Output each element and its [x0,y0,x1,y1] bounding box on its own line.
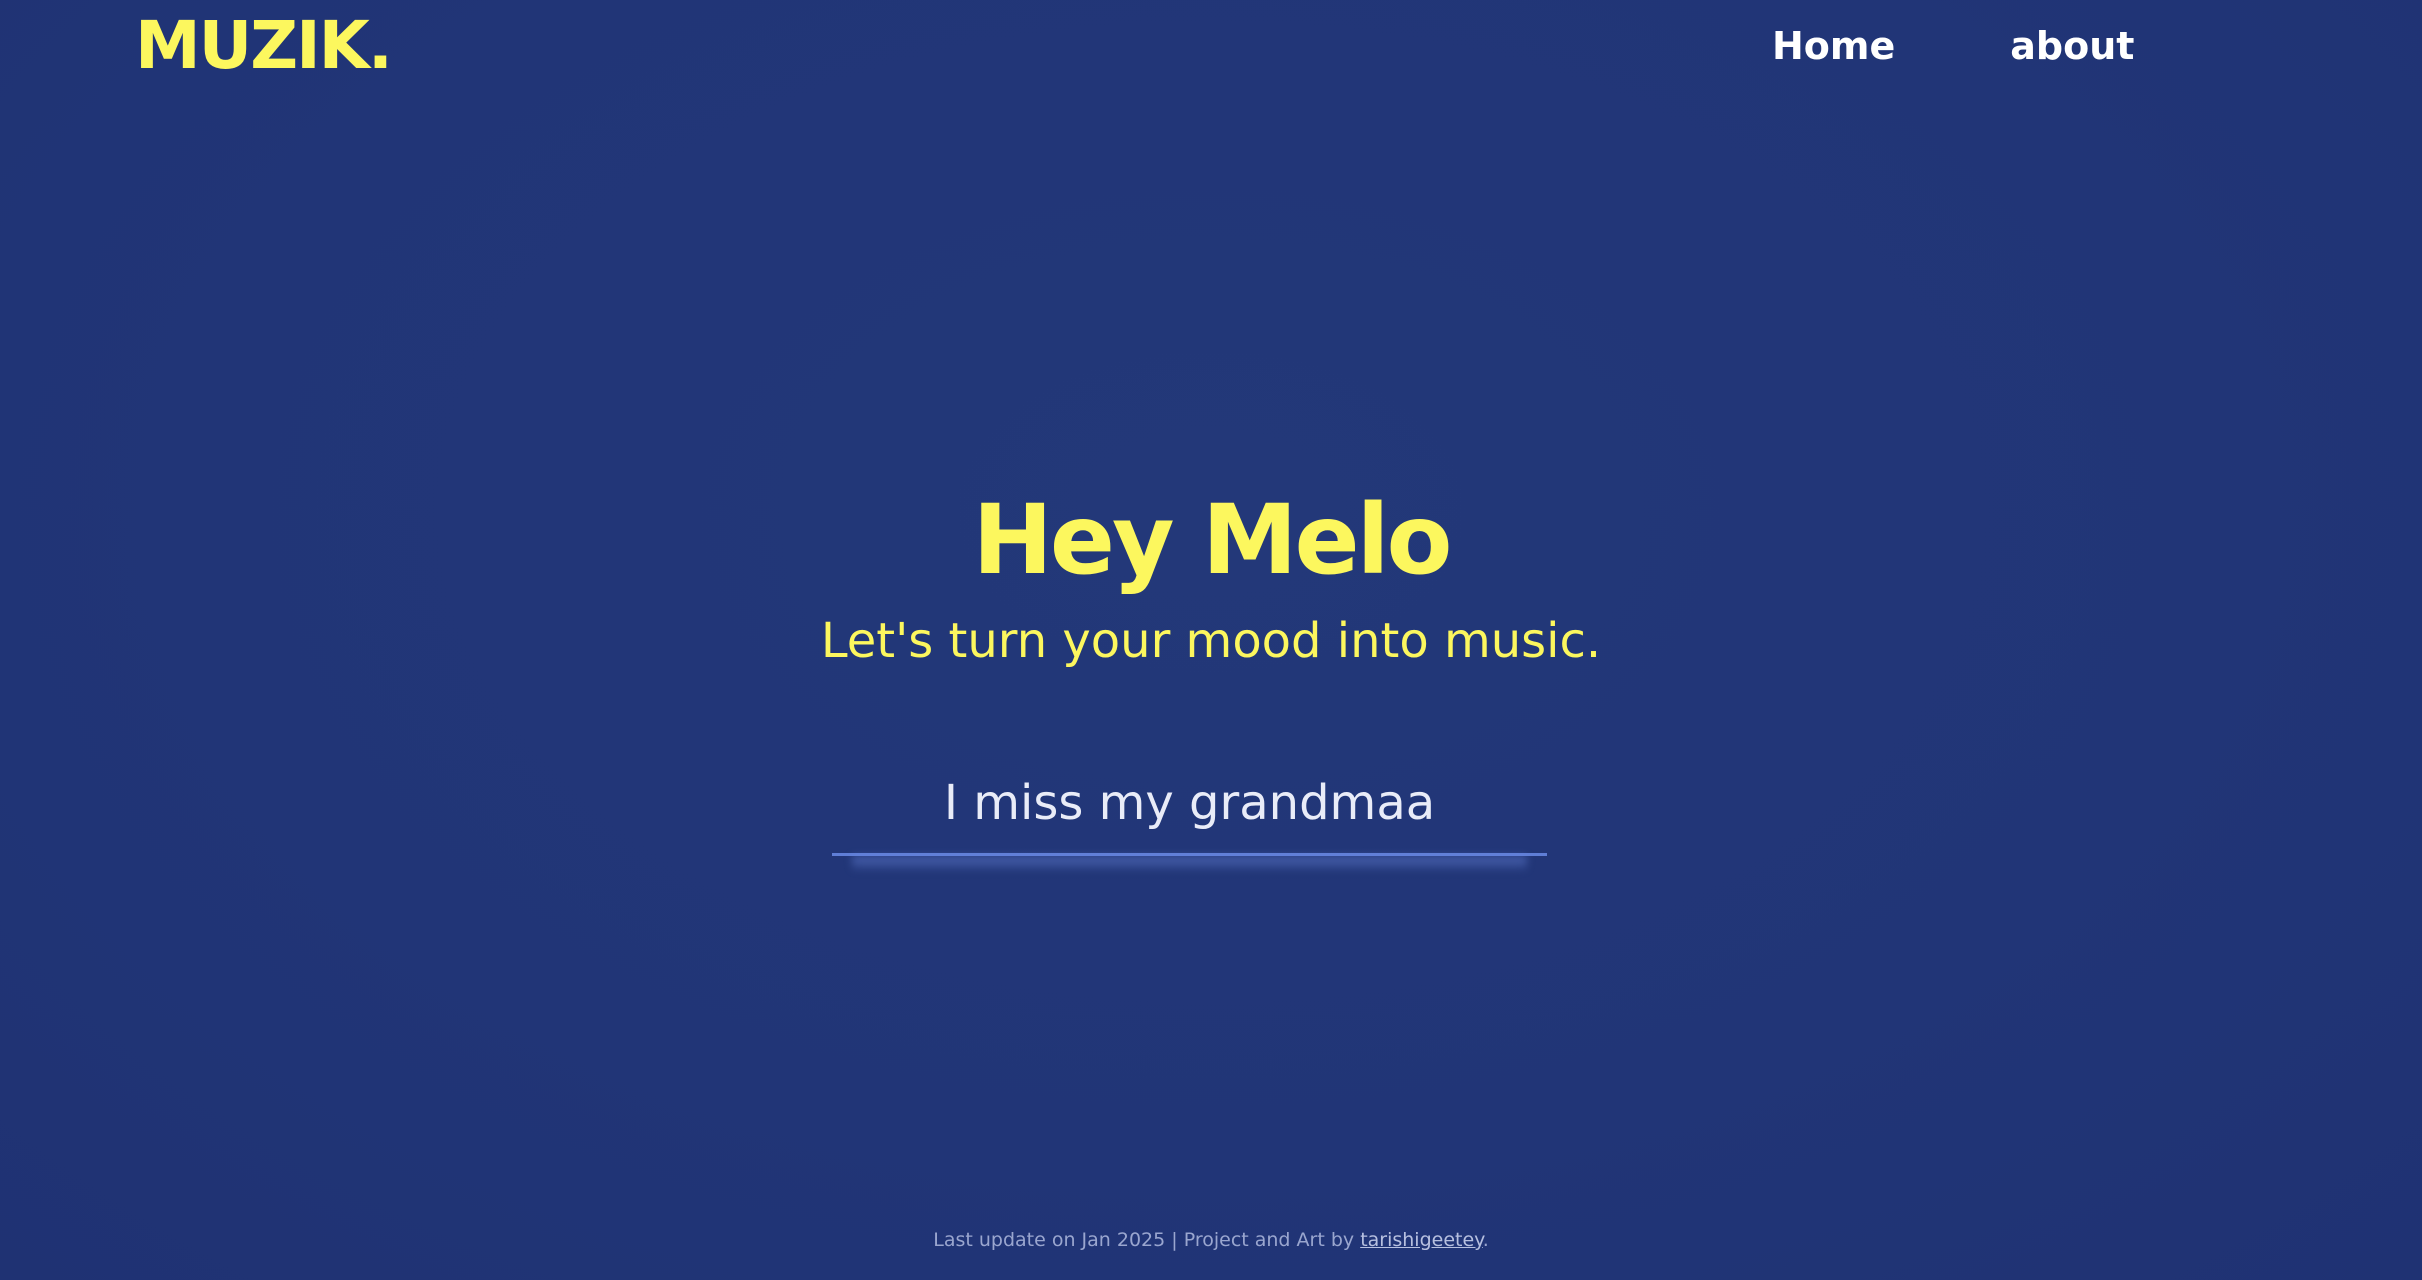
mood-input-glow [852,856,1527,872]
footer-author-link[interactable]: tarishigeetey [1360,1229,1483,1251]
footer-text: Last update on Jan 2025 | Project and Ar… [933,1229,1361,1251]
page: MUZIK. Home about Hey Melo Let's turn yo… [0,0,2422,1280]
nav-link-home[interactable]: Home [1772,24,1895,68]
hero-subtitle: Let's turn your mood into music. [820,613,1602,669]
footer: Last update on Jan 2025 | Project and Ar… [0,1228,2422,1252]
nav-link-about[interactable]: about [2010,24,2134,68]
mood-input[interactable] [832,752,1547,856]
logo[interactable]: MUZIK. [135,6,393,86]
main-nav: Home about [1760,18,2134,74]
hero-title: Hey Melo [972,484,1453,596]
footer-suffix: . [1482,1229,1489,1251]
mood-input-container [832,752,1547,872]
